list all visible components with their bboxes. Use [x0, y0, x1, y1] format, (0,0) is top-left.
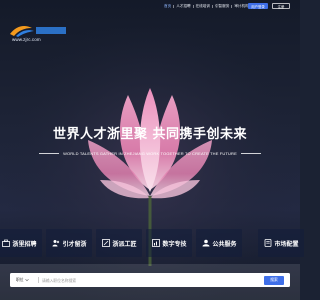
tile-label: 引才留浙: [62, 240, 87, 248]
main-nav: 首页 人才招聘 在线培训 引智服务 审计机构: [162, 4, 251, 8]
search-button[interactable]: 搜索: [264, 275, 284, 285]
search-panel: 职位 搜索: [0, 264, 300, 300]
logo-url: www.zjrc.com: [12, 37, 41, 42]
tile-label: 市场配置: [274, 240, 299, 248]
search-box: 职位 搜索: [10, 273, 290, 287]
tile-label: 数字专技: [162, 240, 187, 248]
register-button[interactable]: 注册: [272, 3, 290, 9]
people-icon: [51, 239, 60, 248]
chart-icon: [151, 239, 160, 248]
tile-label: 公共服务: [212, 240, 237, 248]
subtitle-rule-right: [240, 152, 261, 154]
logo-mark-icon: [10, 26, 66, 37]
hero-subtitle: WORLD TALENTS GATHER IN ZHEJIANG WORK TO…: [63, 150, 237, 156]
chevron-down-icon: [24, 278, 29, 282]
site-header: www.zjrc.com 首页 人才招聘 在线培训 引智服务 审计机构 用户登录…: [0, 0, 300, 48]
nav-item-recruitment[interactable]: 人才招聘: [174, 4, 192, 8]
search-category-label: 职位: [16, 277, 24, 282]
hero-subtitle-row: WORLD TALENTS GATHER IN ZHEJIANG WORK TO…: [0, 150, 300, 156]
tools-icon: [101, 239, 110, 248]
nav-item-talent-service[interactable]: 引智服务: [213, 4, 231, 8]
briefcase-icon: [1, 239, 10, 248]
user-login-button[interactable]: 用户登录: [248, 3, 268, 9]
subtitle-rule-left: [39, 152, 60, 154]
tile-label: 浙派工匠: [112, 240, 137, 248]
service-icon: [201, 239, 210, 248]
tile-digital-tech[interactable]: 数字专技: [146, 229, 192, 257]
hero-title: 世界人才浙里聚 共同携手创未来: [52, 127, 248, 142]
market-icon: [263, 239, 272, 248]
tile-craftsman[interactable]: 浙派工匠: [96, 229, 142, 257]
nav-item-home[interactable]: 首页: [162, 4, 173, 8]
tile-recruitment[interactable]: 浙里招聘: [0, 229, 42, 257]
tile-label: 浙里招聘: [12, 240, 37, 248]
search-divider: [38, 277, 39, 283]
tile-public-service[interactable]: 公共服务: [196, 229, 242, 257]
site-logo[interactable]: www.zjrc.com: [10, 22, 70, 44]
tile-market[interactable]: 市场配置: [258, 229, 304, 257]
search-input[interactable]: [42, 276, 262, 284]
service-tiles: 浙里招聘 引才留浙 浙派工匠 数字专技 公共服务 市场配置: [0, 229, 304, 257]
nav-item-training[interactable]: 在线培训: [194, 4, 212, 8]
search-category-select[interactable]: 职位: [16, 277, 29, 283]
tile-talent-attraction[interactable]: 引才留浙: [46, 229, 92, 257]
